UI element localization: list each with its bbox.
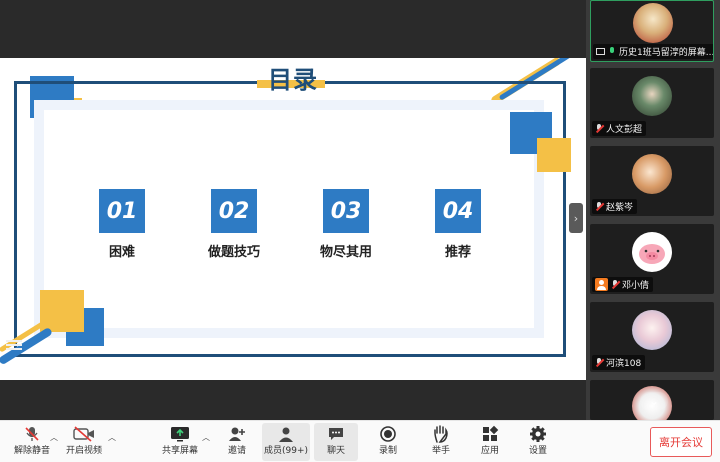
meeting-toolbar: 解除静音 ︿ 开启视频 ︿ 共享屏幕 ︿ 邀请 成员(99+) 聊天 录制 举手…	[0, 420, 720, 462]
toc-item: 04 推荐	[408, 189, 508, 260]
raise-hand-icon	[434, 425, 448, 443]
settings-label: 设置	[528, 446, 547, 456]
muted-mic-icon	[595, 357, 603, 368]
raise-hand-label: 举手	[431, 446, 450, 456]
gear-icon	[530, 426, 546, 442]
muted-mic-icon	[25, 427, 39, 441]
leave-meeting-button[interactable]: 离开会议	[650, 427, 712, 457]
participant-name-bar: 人文彭超	[592, 121, 647, 136]
toc-number: 04	[435, 189, 481, 233]
mic-icon	[608, 46, 616, 57]
muted-mic-icon	[595, 201, 603, 212]
toc-item: 01 困难	[72, 189, 172, 260]
participant-name-bar: 河滨108	[592, 355, 646, 370]
participant-tile[interactable]: 赵紫岑	[590, 146, 714, 216]
chat-icon	[329, 428, 343, 440]
participant-tile[interactable]: 邓小倩	[590, 224, 714, 294]
participant-tile[interactable]: 河滨108	[590, 302, 714, 372]
toc-label: 困难	[108, 245, 135, 260]
apps-button[interactable]: 应用	[464, 423, 516, 461]
participant-tile[interactable]: 人文彭超	[590, 68, 714, 138]
record-button[interactable]: 录制	[362, 423, 414, 461]
toc-label: 做题技巧	[207, 245, 260, 260]
share-screen-button[interactable]: 共享屏幕	[154, 423, 206, 461]
photo-avatar	[632, 76, 672, 116]
toc-number: 03	[323, 189, 369, 233]
shared-screen-area: 目录 01 困难 02 做题技巧 03 物尽其用 04 推荐	[0, 0, 586, 420]
toc-item: 03 物尽其用	[296, 189, 396, 260]
share-screen-icon	[171, 427, 189, 442]
video-options-chevron-icon[interactable]: ︿	[108, 432, 116, 443]
add-user-icon	[229, 427, 245, 441]
invite-label: 邀请	[227, 446, 246, 456]
apps-label: 应用	[480, 446, 499, 456]
participant-name-bar: 邓小倩	[592, 277, 654, 292]
user-icon	[595, 278, 608, 291]
slide-title: 目录	[268, 66, 318, 94]
menu-icon[interactable]	[6, 338, 22, 352]
muted-mic-icon	[611, 279, 619, 290]
unmute-label: 解除静音	[13, 446, 50, 456]
share-screen-label: 共享屏幕	[161, 446, 198, 456]
decor-square	[537, 138, 571, 172]
members-button[interactable]: 成员(99+)	[262, 423, 310, 461]
apps-icon	[483, 425, 499, 441]
muted-mic-icon	[595, 123, 603, 134]
pig-avatar	[632, 232, 672, 272]
members-icon	[279, 427, 293, 442]
pig-icon	[639, 244, 665, 264]
raise-hand-button[interactable]: 举手	[415, 423, 467, 461]
toc-label: 推荐	[444, 245, 471, 260]
audio-options-chevron-icon[interactable]: ︿	[50, 432, 58, 443]
record-icon	[380, 426, 396, 442]
cartoon-avatar	[632, 310, 672, 350]
toc-number: 02	[211, 189, 257, 233]
video-off-icon	[73, 426, 94, 442]
participant-name: 赵紫岑	[606, 203, 634, 213]
participant-name-bar: 赵紫岑	[592, 199, 638, 214]
toc-item: 02 做题技巧	[184, 189, 284, 260]
participant-name: 邓小倩	[622, 281, 650, 291]
chat-label: 聊天	[326, 446, 345, 456]
members-label: 成员(99+)	[263, 446, 309, 456]
presentation-slide: 目录 01 困难 02 做题技巧 03 物尽其用 04 推荐	[0, 58, 586, 380]
participant-name: 人文彭超	[606, 125, 643, 135]
participant-name-bar: 历史1班马留淳的屏幕...	[593, 44, 714, 59]
participant-tile[interactable]: 历史1班马留淳的屏幕...	[590, 0, 714, 62]
decor-square	[40, 290, 84, 332]
collapse-panel-handle[interactable]: ›	[569, 203, 583, 233]
record-label: 录制	[378, 446, 397, 456]
participant-name: 河滨108	[606, 359, 642, 369]
scroll-down-icon[interactable]: ⌄	[640, 392, 668, 410]
toc-label: 物尽其用	[319, 245, 372, 260]
new-year-avatar	[633, 3, 673, 43]
start-video-label: 开启视频	[65, 446, 102, 456]
settings-button[interactable]: 设置	[512, 423, 564, 461]
chat-button[interactable]: 聊天	[314, 423, 358, 461]
participant-name: 历史1班马留淳的屏幕...	[619, 48, 714, 58]
screen-share-icon	[596, 48, 605, 55]
toc-number: 01	[99, 189, 145, 233]
share-options-chevron-icon[interactable]: ︿	[202, 432, 210, 443]
invite-button[interactable]: 邀请	[211, 423, 263, 461]
dog-avatar	[632, 154, 672, 194]
start-video-button[interactable]: 开启视频	[58, 423, 110, 461]
